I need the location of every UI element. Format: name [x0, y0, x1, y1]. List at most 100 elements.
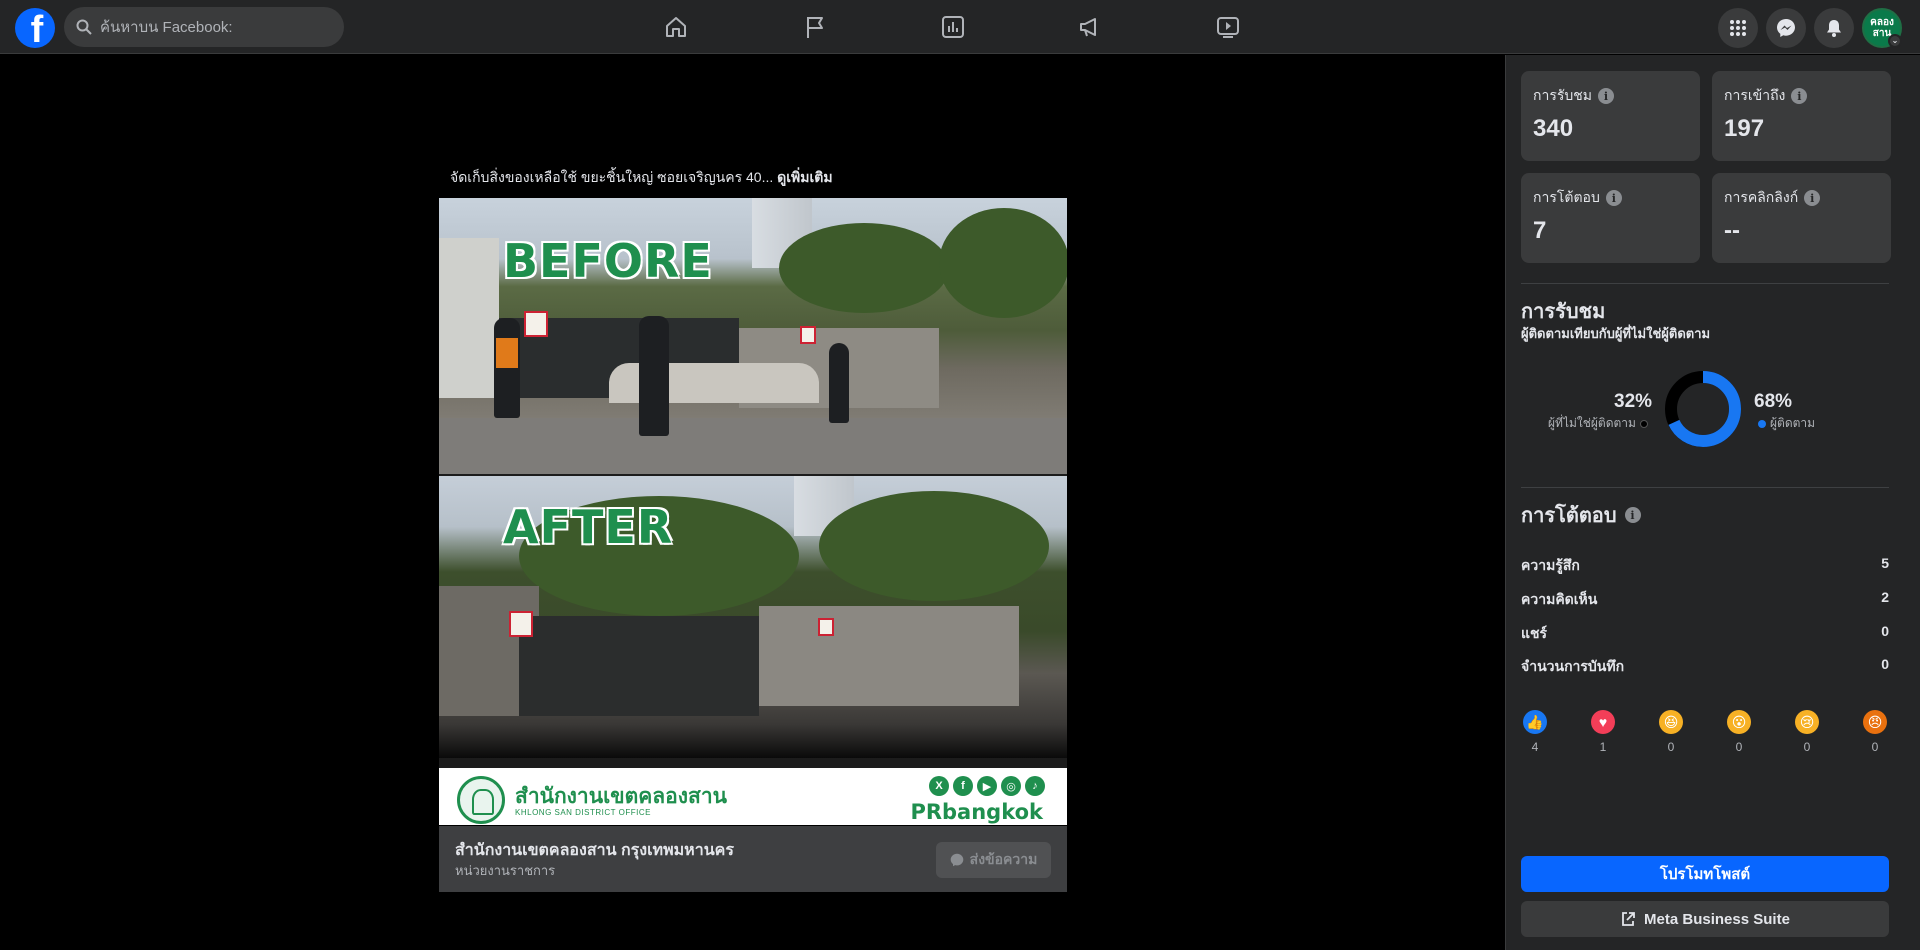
before-label: BEFORE	[503, 234, 713, 288]
metric-label: แชร์	[1521, 625, 1548, 641]
sad-icon: 😢	[1795, 710, 1819, 734]
sign	[509, 611, 533, 637]
reaction-count: 0	[1735, 740, 1743, 754]
x-icon: X	[929, 776, 949, 796]
info-icon[interactable]: i	[1791, 88, 1808, 104]
safety-vest	[496, 338, 518, 368]
worker	[494, 318, 520, 418]
reaction-count: 0	[1667, 740, 1675, 754]
reaction-count: 0	[1803, 740, 1811, 754]
flag-icon	[807, 17, 823, 38]
info-icon[interactable]: i	[1624, 507, 1641, 523]
page-category: หน่วยงานราชการ	[455, 863, 556, 878]
notifications-button[interactable]	[1814, 8, 1854, 48]
engagement-stat-label-row: การโต้ตอบ i	[1533, 187, 1622, 209]
facebook-icon: f	[953, 776, 973, 796]
angry-icon: 😠	[1863, 710, 1887, 734]
caption-text: จัดเก็บสิ่งของเหลือใช้ ขยะชิ้นใหญ่ ซอยเจ…	[450, 169, 774, 185]
search-input[interactable]	[100, 18, 320, 36]
before-photo: BEFORE	[439, 198, 1067, 474]
reaction-angry: 😠 0	[1861, 710, 1889, 754]
grid-menu-icon	[1730, 20, 1746, 36]
reaction-sad: 😢 0	[1793, 710, 1821, 754]
reaction-count: 1	[1599, 740, 1607, 754]
send-message-button[interactable]: ส่งข้อความ	[936, 842, 1051, 878]
facebook-logo[interactable]: f	[15, 8, 55, 48]
non-follower-legend-dot	[1639, 419, 1648, 428]
metric-row-saves: จำนวนการบันทึก 0	[1521, 656, 1889, 678]
metric-value: 2	[1881, 589, 1889, 605]
topbar-right-actions: คลอง สาน ⌄	[1718, 8, 1902, 48]
meta-business-suite-label: Meta Business Suite	[1644, 910, 1790, 928]
pages-nav-button[interactable]	[760, 8, 870, 46]
office-name-english: KHLONG SAN DISTRICT OFFICE	[515, 808, 651, 817]
engagement-section-title: การโต้ตอบ	[1521, 505, 1617, 527]
sign	[524, 311, 548, 337]
divider	[1521, 487, 1889, 488]
sign	[800, 326, 816, 344]
metric-value: 0	[1881, 623, 1889, 639]
social-icons: X f ▶ ◎ ♪	[929, 776, 1045, 796]
menu-button[interactable]	[1718, 8, 1758, 48]
promote-post-button[interactable]: โปรโมทโพสต์	[1521, 856, 1889, 892]
home-nav-button[interactable]	[621, 8, 731, 46]
engagement-stat-value: 7	[1533, 217, 1547, 244]
metric-value: 0	[1881, 656, 1889, 672]
instagram-icon: ◎	[1001, 776, 1021, 796]
divider	[1521, 283, 1889, 284]
wow-icon: 😮	[1727, 710, 1751, 734]
metric-value: 5	[1881, 555, 1889, 571]
facebook-logo-letter: f	[30, 9, 44, 48]
insights-nav-button[interactable]	[898, 8, 1008, 46]
follower-percent: 68%	[1754, 391, 1793, 412]
pedestrian	[829, 343, 849, 423]
like-icon: 👍	[1523, 710, 1547, 734]
road	[439, 418, 1067, 474]
views-section-subtitle: ผู้ติดตามเทียบกับผู้ที่ไม่ใช่ผู้ติดตาม	[1521, 326, 1711, 341]
after-photo: AFTER	[439, 476, 1067, 758]
reach-stat-value: 197	[1724, 115, 1765, 142]
insights-panel: การรับชม i 340 การเข้าถึง i 197 การโต้ตอบ i…	[1505, 55, 1920, 950]
metric-label: ความคิดเห็น	[1521, 591, 1598, 607]
bell-icon	[1827, 20, 1841, 37]
home-icon	[666, 17, 686, 37]
engagement-section-title-row: การโต้ตอบ i	[1521, 499, 1641, 531]
see-more-link[interactable]: ดูเพิ่มเติม	[777, 169, 832, 185]
wall	[439, 238, 499, 398]
reaction-haha: 😆 0	[1657, 710, 1685, 754]
reach-stat-card: การเข้าถึง i 197	[1712, 71, 1891, 161]
search-box[interactable]	[64, 7, 344, 47]
search-icon	[76, 19, 92, 35]
ads-nav-button[interactable]	[1035, 8, 1145, 46]
follower-legend-dot	[1758, 419, 1766, 428]
video-nav-button[interactable]	[1173, 8, 1283, 46]
messenger-button[interactable]	[1766, 8, 1806, 48]
views-stat-label: การรับชม	[1533, 87, 1592, 103]
post-caption: จัดเก็บสิ่งของเหลือใช้ ขยะชิ้นใหญ่ ซอยเจ…	[450, 167, 833, 189]
reaction-wow: 😮 0	[1725, 710, 1753, 754]
tree	[939, 208, 1067, 318]
views-stat-value: 340	[1533, 115, 1574, 142]
metric-row-comments: ความคิดเห็น 2	[1521, 589, 1889, 611]
meta-business-suite-button[interactable]: Meta Business Suite	[1521, 901, 1889, 937]
profile-avatar[interactable]: คลอง สาน ⌄	[1862, 8, 1902, 48]
link-clicks-stat-card: การคลิกลิงก์ i --	[1712, 173, 1891, 263]
metric-label: จำนวนการบันทึก	[1521, 658, 1625, 674]
love-icon: ♥	[1591, 710, 1615, 734]
engagement-stat-card: การโต้ตอบ i 7	[1521, 173, 1700, 263]
non-follower-percent: 32%	[1614, 391, 1653, 412]
info-icon[interactable]: i	[1598, 88, 1614, 104]
chevron-down-icon[interactable]: ⌄	[1888, 34, 1902, 48]
tiktok-icon: ♪	[1025, 776, 1045, 796]
non-follower-legend: ผู้ที่ไม่ใช่ผู้ติดตาม	[1548, 414, 1648, 433]
post-image[interactable]: BEFORE AFTER สำนักงานเขตคลองสาน KHLONG S…	[439, 198, 1067, 825]
views-stat-card: การรับชม i 340	[1521, 71, 1700, 161]
info-icon[interactable]: i	[1605, 190, 1622, 206]
reactions-breakdown: 👍 4 ♥ 1 😆 0 😮 0 😢 0 😠 0	[1521, 710, 1889, 754]
bar-chart-icon	[942, 16, 964, 38]
youtube-icon: ▶	[977, 776, 997, 796]
tree	[779, 223, 949, 313]
sign	[818, 618, 834, 636]
info-icon[interactable]: i	[1804, 190, 1821, 206]
reaction-like: 👍 4	[1521, 710, 1549, 754]
